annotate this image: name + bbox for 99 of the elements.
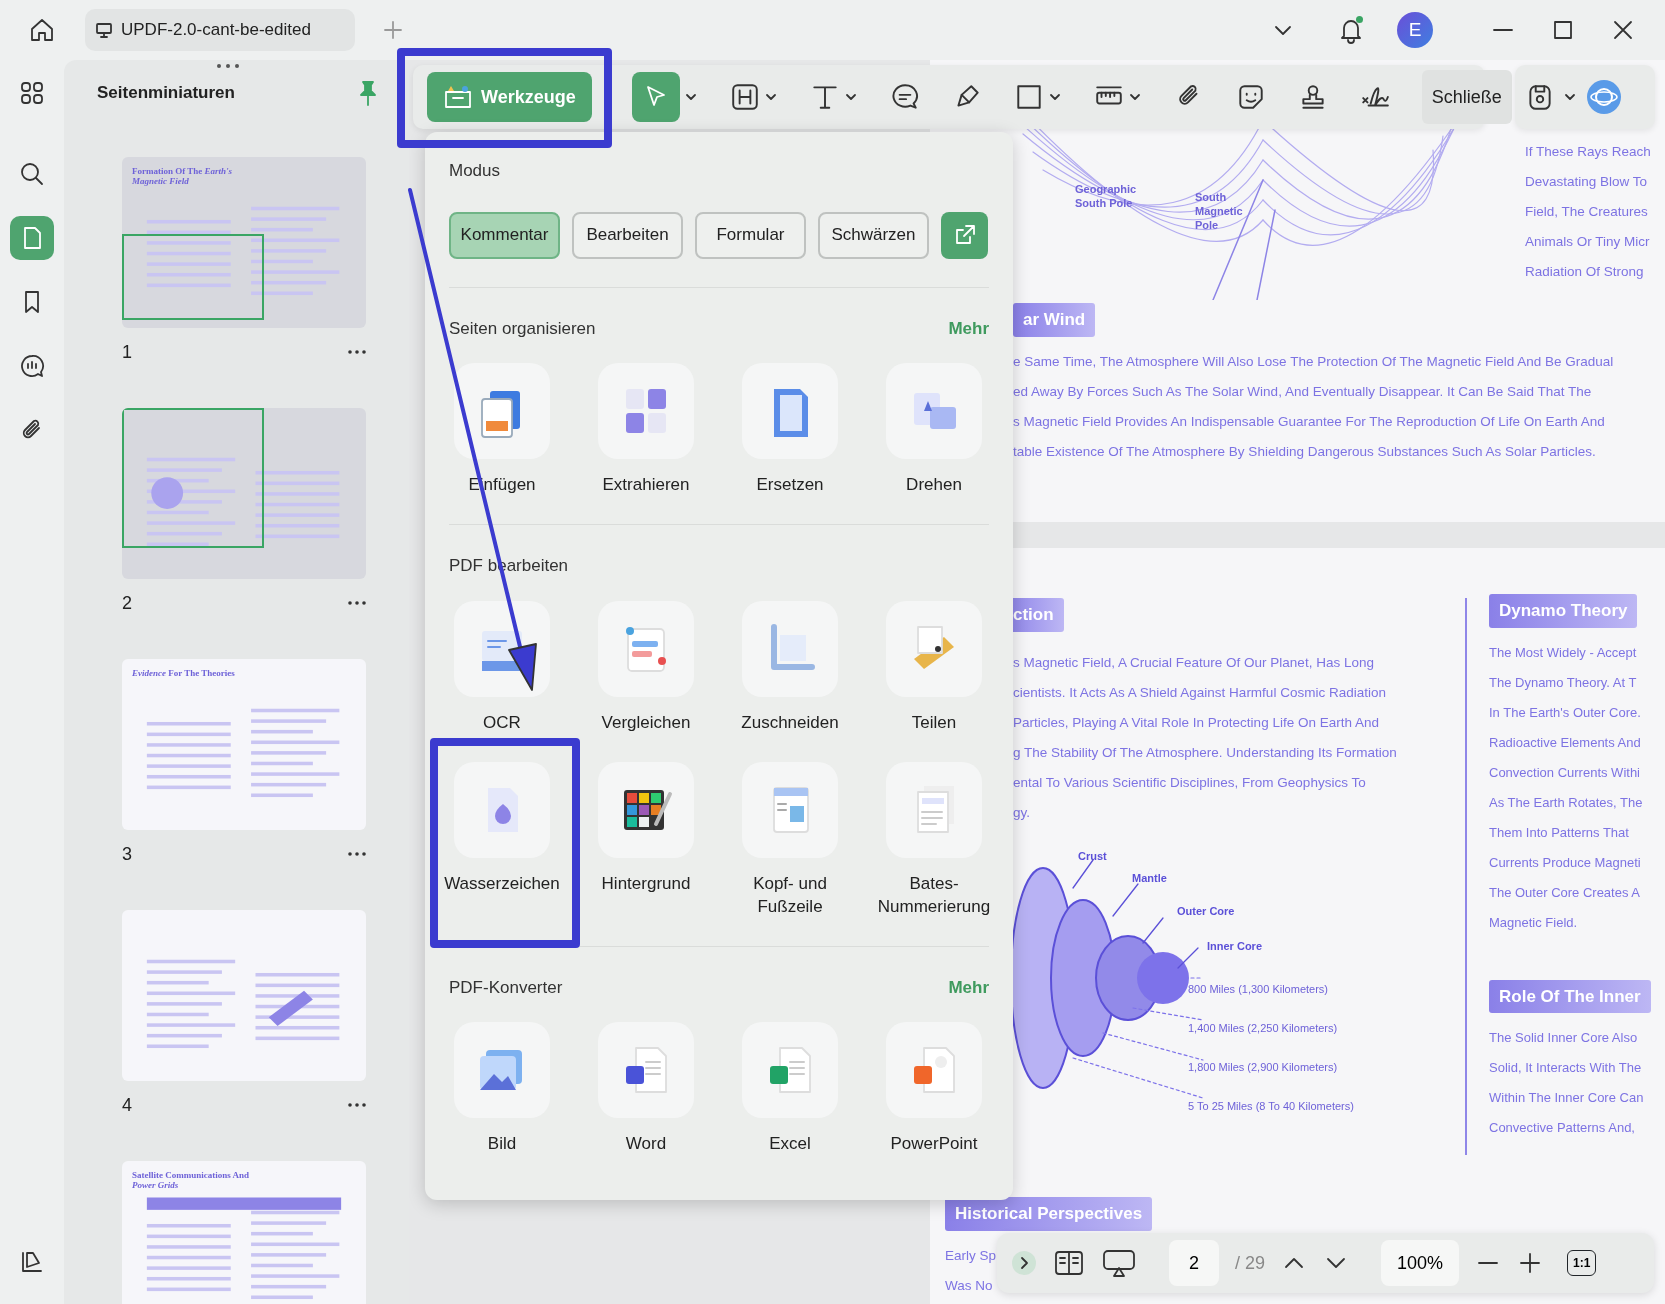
text-line: Radiation Of Strong [1525,263,1645,281]
pin-icon[interactable] [357,78,379,107]
section-heading: ar Wind [1013,303,1096,337]
plus-icon [382,19,404,41]
text-line: ental To Various Scientific Disciplines, From Geophysics To [1013,773,1367,792]
text-line: Particles, Playing A Vital Role In Protecting Life On Earth And [1013,713,1380,732]
mode-button[interactable]: Formular [695,211,806,259]
page-thumbnail[interactable] [122,408,366,579]
menu-heading: Modus [449,160,502,182]
page-thumbnail[interactable]: Evidence For The Theories [122,659,366,830]
grid-icon [19,80,45,106]
toolbox-icon [443,84,473,110]
user-avatar[interactable]: E [1397,12,1433,48]
tool-tile[interactable]: Bates-Nummerierung [872,761,996,918]
sidebar-icon [19,1249,45,1275]
comment-icon [19,353,45,379]
tool-tile[interactable]: Kopf- und Fußzeile [728,761,852,918]
text-line: Magnetic Field. [1489,913,1579,932]
diagram-label: Geographic South Pole [1075,182,1138,210]
drag-handle[interactable] [216,63,240,69]
layer-label: Crust [1078,848,1107,864]
text-line: Solid, It Interacts With The [1489,1059,1643,1077]
more-icon[interactable] [348,350,366,354]
presentation-icon[interactable] [1101,1248,1137,1278]
text-line: Currents Produce Magneti [1489,853,1642,872]
two-page-icon[interactable] [1053,1249,1085,1277]
mode-button[interactable]: Kommentar [449,211,560,259]
page-count: / 29 [1235,1251,1266,1275]
text-line: As The Earth Rotates, The [1489,793,1644,812]
text-line: s Magnetic Field Provides An Indispensable Guarantee For The Reproduction Of Life On Earth And [1013,412,1606,431]
close-icon [1612,19,1634,41]
page-number: 1 [122,340,132,364]
section-title: Seiten organisieren [449,317,596,340]
section-heading: Historical Perspectives [945,1197,1153,1231]
text-line: s Magnetic Field, A Crucial Feature Of Our Planet, Has Long [1013,653,1375,672]
layer-label: Outer Core [1177,903,1235,919]
text-line: Convection Currents Withi [1489,763,1641,782]
page-number: 3 [122,842,132,866]
distance-label: 5 To 25 Miles (8 To 40 Kilometers) [1188,1098,1354,1114]
text-line: Them Into Patterns That [1489,823,1630,842]
actual-size-button[interactable]: 1:1 [1567,1250,1597,1276]
text-line: Early Sp [945,1246,997,1265]
text-line: The Outer Core Creates A [1489,883,1641,902]
more-icon[interactable] [348,1103,366,1107]
mode-button[interactable]: Schwärzen [818,211,929,259]
page-number: 4 [122,1093,132,1117]
distance-label: 800 Miles (1,300 Kilometers) [1188,981,1328,997]
tool-tile[interactable]: Hintergrund [584,761,708,918]
page-thumbnail[interactable]: Satellite Communications And Power Grids [122,1161,366,1304]
heading-icon[interactable] [729,82,760,112]
section-title: PDF-Konverter [449,976,563,999]
page-thumbnail[interactable] [122,910,366,1081]
text-line: The Solid Inner Core Also [1489,1029,1639,1047]
export-button[interactable] [941,211,988,259]
comment-icon[interactable] [889,82,920,112]
text-line: Convective Patterns And, [1489,1119,1636,1137]
diagram-label: South Magnetic Pole [1195,190,1244,232]
distance-label: 1,800 Miles (2,900 Kilometers) [1188,1059,1338,1075]
text-line: The Most Widely - Accept [1489,643,1638,662]
text-line: g The Stability Of The Atmosphere. Understanding Its Formation [1013,743,1398,762]
text-line: cientists. It Acts As A Shield Against Harmful Cosmic Radiation [1013,683,1387,702]
mode-button[interactable]: Bearbeiten [572,211,683,259]
thumbnail-title: Formation Of The Earth's Magnetic Field [132,167,234,187]
text-line: Field, The Creatures [1525,203,1649,221]
section-heading: Dynamo Theory [1489,594,1638,628]
distance-label: 1,400 Miles (2,250 Kilometers) [1188,1020,1338,1036]
monitor-icon [95,21,113,39]
text-line: table Existence Of The Atmosphere By Shielding Dangerous Substances Such As Solar Particles. [1013,442,1597,461]
more-icon[interactable] [348,601,366,605]
text-line: If These Rays Reach [1525,143,1651,161]
minimize-icon [1493,28,1513,32]
text-line: e Same Time, The Atmosphere Will Also Lose The Protection Of The Magnetic Field And Be Gradual [1013,352,1615,371]
text-line: gy. [1013,803,1031,822]
layer-label: Mantle [1132,870,1167,886]
home-icon [28,16,56,44]
search-icon [19,161,45,187]
text-line: Animals Or Tiny Micr [1525,233,1651,251]
page-number: 2 [122,591,132,615]
text-line: The Dynamo Theory. At T [1489,673,1638,692]
maximize-icon [1552,19,1574,41]
text-line: Radioactive Elements And [1489,733,1642,752]
expand-icon[interactable] [1011,1250,1037,1276]
close-tool-button[interactable]: Schließe [1421,70,1512,124]
more-icon[interactable] [348,852,366,856]
panel-title: Seitenminiaturen [97,81,236,104]
section-heading: Role Of The Inner [1489,979,1651,1013]
thumbnail-title: Evidence For The Theories [132,669,236,679]
text-line: ed Away By Forces Such As The Solar Wind, And Eventually Disappear. It Can Be Said That The [1013,382,1593,401]
text-line: In The Earth's Outer Core. [1489,703,1642,722]
text-line: Within The Inner Core Can [1489,1089,1645,1107]
tool-tile[interactable]: Wasserzeichen [440,761,564,918]
text-line: Devastating Blow To [1525,173,1649,191]
zoom-field[interactable]: 100% [1381,1240,1460,1286]
layer-label: Inner Core [1207,938,1262,954]
page-number-field[interactable]: 2 [1169,1240,1219,1286]
text-line: Was No [945,1276,993,1295]
document-tab[interactable]: UPDF-2.0-cant-be-edited [85,9,355,51]
thumbnail-title: Satellite Communications And Power Grids [132,1171,250,1191]
ai-assistant-icon[interactable] [1585,78,1623,116]
